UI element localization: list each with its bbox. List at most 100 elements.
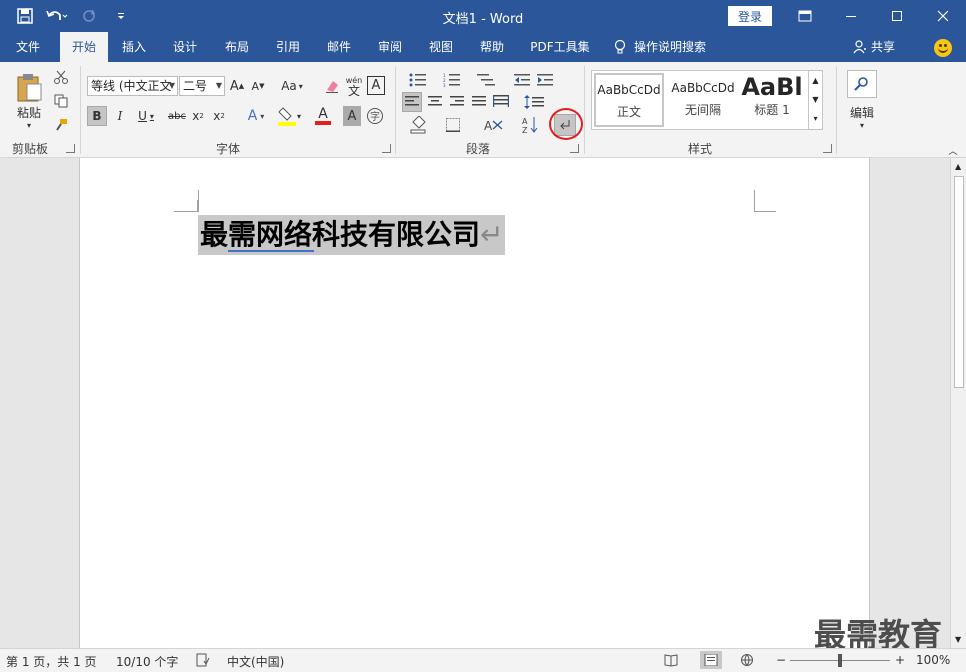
crop-mark-tr-v: [754, 190, 755, 212]
language-indicator[interactable]: 中文(中国): [227, 653, 284, 670]
justify-icon[interactable]: [469, 92, 489, 112]
enclose-characters-icon[interactable]: 字: [365, 106, 385, 126]
align-left-icon[interactable]: [402, 92, 422, 112]
person-icon: [853, 40, 866, 54]
paste-button[interactable]: 粘贴 ▾: [10, 68, 48, 134]
scroll-up-icon[interactable]: ▲: [955, 162, 961, 171]
format-painter-icon[interactable]: [52, 116, 70, 134]
font-dialog-launcher-icon[interactable]: [382, 144, 391, 153]
subscript-button[interactable]: x2: [190, 106, 206, 126]
tab-references[interactable]: 引用: [266, 32, 310, 62]
clipboard-dialog-launcher-icon[interactable]: [66, 144, 75, 153]
underline-button[interactable]: U ▾: [133, 106, 159, 126]
align-right-icon[interactable]: [447, 92, 467, 112]
maximize-icon[interactable]: [874, 0, 920, 32]
document-heading[interactable]: 最需网络科技有限公司↵: [198, 215, 506, 255]
share-button[interactable]: 共享: [853, 32, 895, 62]
italic-button[interactable]: I: [112, 106, 128, 126]
gallery-down-icon[interactable]: ▼: [809, 90, 822, 109]
lightbulb-icon: [614, 39, 626, 54]
document-page[interactable]: 最需网络科技有限公司↵: [79, 158, 870, 648]
zoom-out-icon[interactable]: −: [776, 653, 786, 667]
style-no-spacing[interactable]: AaBbCcDd 无间隔: [668, 73, 738, 127]
scroll-down-icon[interactable]: ▼: [955, 635, 961, 644]
paragraph-dialog-launcher-icon[interactable]: [570, 144, 579, 153]
clear-formatting-icon[interactable]: [322, 76, 342, 96]
tab-view[interactable]: 视图: [419, 32, 463, 62]
shrink-font-icon[interactable]: A ▼: [250, 76, 266, 96]
highlight-color-button[interactable]: ▾: [274, 104, 304, 128]
copy-icon[interactable]: [52, 92, 70, 110]
zoom-slider-thumb[interactable]: [838, 654, 842, 667]
ribbon-display-options-icon[interactable]: [782, 0, 828, 32]
svg-text:A: A: [484, 119, 493, 132]
scroll-thumb[interactable]: [954, 176, 964, 388]
tab-help[interactable]: 帮助: [470, 32, 514, 62]
minimize-icon[interactable]: [828, 0, 874, 32]
font-size-combo[interactable]: 二号 ▼: [179, 76, 225, 96]
separator: [80, 66, 81, 154]
character-shading-icon[interactable]: A: [343, 106, 361, 126]
increase-indent-icon[interactable]: [535, 70, 555, 90]
feedback-smiley-icon[interactable]: [934, 39, 952, 57]
distributed-align-icon[interactable]: [491, 92, 511, 112]
superscript-button[interactable]: x2: [211, 106, 227, 126]
tab-pdf-tools[interactable]: PDF工具集: [524, 32, 596, 62]
phonetic-guide-button[interactable]: wén 文: [344, 74, 364, 98]
editing-button[interactable]: 编辑 ▾: [845, 68, 879, 132]
ribbon: 粘贴 ▾ 剪贴板 等线 (中文正文 ▼ 二号 ▼ A ▲ A ▼ Aa ▾ wén 文 A…: [0, 62, 966, 158]
tell-me-search[interactable]: 操作说明搜索: [614, 32, 724, 62]
tab-layout[interactable]: 布局: [215, 32, 259, 62]
cut-icon[interactable]: [52, 68, 70, 86]
share-label: 共享: [871, 40, 896, 54]
numbering-icon[interactable]: 123: [438, 70, 468, 90]
gallery-more-icon[interactable]: ▾: [809, 109, 822, 128]
gallery-up-icon[interactable]: ▲: [809, 71, 822, 90]
strikethrough-button[interactable]: abc: [166, 106, 188, 126]
tab-design[interactable]: 设计: [163, 32, 207, 62]
close-icon[interactable]: [920, 0, 966, 32]
borders-icon[interactable]: [438, 114, 468, 136]
vertical-scrollbar[interactable]: ▲ ▼: [950, 158, 966, 648]
change-case-button[interactable]: Aa ▾: [276, 76, 308, 96]
paste-dropdown-icon: ▾: [26, 121, 31, 130]
svg-text:字: 字: [370, 110, 380, 123]
tab-insert[interactable]: 插入: [112, 32, 156, 62]
tab-home[interactable]: 开始: [60, 32, 108, 62]
text-effects-button[interactable]: A ▾: [242, 106, 270, 126]
zoom-level[interactable]: 100%: [916, 653, 950, 667]
login-button[interactable]: 登录: [728, 6, 772, 26]
collapse-ribbon-icon[interactable]: ︿: [946, 144, 960, 157]
web-layout-icon[interactable]: [740, 653, 754, 670]
grow-font-icon[interactable]: A ▲: [229, 76, 245, 96]
tab-mailings[interactable]: 邮件: [317, 32, 361, 62]
proofing-icon[interactable]: [196, 653, 210, 670]
bold-button[interactable]: B: [87, 106, 107, 126]
bullets-icon[interactable]: [404, 70, 434, 90]
asian-layout-icon[interactable]: A: [478, 114, 510, 136]
line-spacing-icon[interactable]: [518, 92, 550, 112]
crop-mark-tl: [174, 200, 198, 212]
style-normal[interactable]: AaBbCcDd 正文: [594, 73, 664, 127]
read-mode-icon[interactable]: [664, 653, 678, 670]
styles-dialog-launcher-icon[interactable]: [823, 144, 832, 153]
multilevel-list-icon[interactable]: [472, 70, 502, 90]
decrease-indent-icon[interactable]: [512, 70, 532, 90]
tab-review[interactable]: 审阅: [368, 32, 412, 62]
styles-gallery-scroll[interactable]: ▲ ▼ ▾: [808, 71, 822, 129]
align-center-icon[interactable]: [425, 92, 445, 112]
word-count[interactable]: 10/10 个字: [116, 653, 178, 670]
font-name-combo[interactable]: 等线 (中文正文 ▼: [87, 76, 178, 96]
paragraph-mark: ↵: [480, 218, 504, 251]
zoom-in-icon[interactable]: +: [895, 653, 905, 667]
shading-icon[interactable]: [404, 114, 434, 136]
styles-gallery: AaBbCcDd 正文 AaBbCcDd 无间隔 AaBl 标题 1 ▲ ▼ ▾: [591, 70, 823, 130]
status-bar: 第 1 页，共 1 页 10/10 个字 中文(中国) − + 100%: [0, 648, 966, 672]
page-count[interactable]: 第 1 页，共 1 页: [6, 653, 97, 670]
font-color-button[interactable]: A: [308, 104, 338, 128]
print-layout-icon[interactable]: [700, 651, 722, 669]
style-heading-1[interactable]: AaBl 标题 1: [740, 73, 804, 127]
tab-file[interactable]: 文件: [4, 32, 52, 62]
character-border-icon[interactable]: A: [367, 76, 385, 95]
sort-icon[interactable]: AZ: [520, 114, 542, 136]
